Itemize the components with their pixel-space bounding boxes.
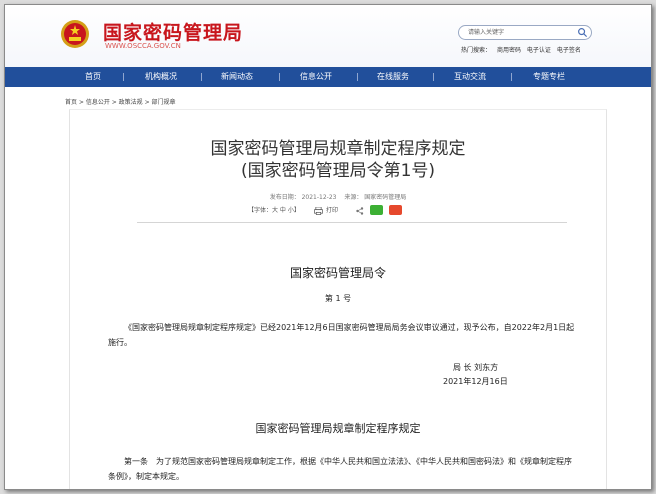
nav-separator [511,73,512,81]
search-box [458,25,592,40]
weibo-icon[interactable] [389,205,402,215]
article-card: 国家密码管理局规章制定程序规定 (国家密码管理局令第1号) 发布日期： 2021… [69,109,607,489]
rules-heading: 国家密码管理局规章制定程序规定 [255,422,421,435]
nav-item-info[interactable]: 信息公开 [300,67,332,87]
header-divider [137,222,567,223]
hot-search-links: 热门搜索： 商用密码 电子认证 电子签名 [461,45,585,54]
nav-item-news[interactable]: 新闻动态 [221,67,253,87]
site-url: WWW.OSCCA.GOV.CN [105,42,181,50]
search-icon[interactable] [577,27,588,38]
article-subtitle: (国家密码管理局令第1号) [240,161,436,181]
site-header: 国家密码管理局 WWW.OSCCA.GOV.CN 热门搜索： 商用密码 电子认证… [5,5,651,71]
publish-date: 发布日期： 2021-12-23 [269,194,337,201]
sign-date: 2021年12月16日 [443,377,508,386]
nav-separator [201,73,202,81]
nav-separator [357,73,358,81]
browser-frame: 国家密码管理局 WWW.OSCCA.GOV.CN 热门搜索： 商用密码 电子认证… [4,4,652,490]
hot-search-link[interactable]: 商用密码 [497,47,521,54]
nav-separator [279,73,280,81]
article-source: 来源： 国家密码管理局 [344,194,407,201]
breadcrumb[interactable]: 首页 > 信息公开 > 政策法规 > 部门规章 [65,97,176,106]
decree-number: 第 1 号 [324,294,352,303]
font-size-switcher[interactable]: 【字体：大 中 小】 [248,206,300,216]
nav-item-topics[interactable]: 专题专栏 [533,67,565,87]
signer: 局 长 刘东方 [453,363,499,372]
print-button[interactable]: 打印 [326,206,338,216]
nav-item-home[interactable]: 首页 [85,67,101,87]
hot-search-link[interactable]: 电子签名 [557,47,581,54]
nav-item-about[interactable]: 机构概况 [145,67,177,87]
decree-body: 《国家密码管理局规章制定程序规定》已经2021年12月6日国家密码管理局局务会议… [108,323,575,347]
hot-search-link[interactable]: 电子认证 [527,47,551,54]
hot-search-label: 热门搜索： [461,47,492,54]
print-icon[interactable] [314,207,323,215]
nav-separator [433,73,434,81]
article-paragraph: 第一条 为了规范国家密码管理局规章制定工作，根据《中华人民共和国立法法》、《中华… [108,457,572,481]
decree-heading: 国家密码管理局令 [289,266,386,280]
nav-separator [123,73,124,81]
share-icon[interactable] [356,207,364,215]
national-emblem-icon [61,20,89,48]
article-meta: 发布日期： 2021-12-23 来源： 国家密码管理局 [70,192,606,201]
nav-item-interaction[interactable]: 互动交流 [454,67,486,87]
nav-item-services[interactable]: 在线服务 [377,67,409,87]
wechat-icon[interactable] [370,205,383,215]
main-nav: 首页 机构概况 新闻动态 信息公开 在线服务 互动交流 专题专栏 [5,67,651,87]
site-title[interactable]: 国家密码管理局 [103,18,243,45]
search-input[interactable] [468,27,568,38]
